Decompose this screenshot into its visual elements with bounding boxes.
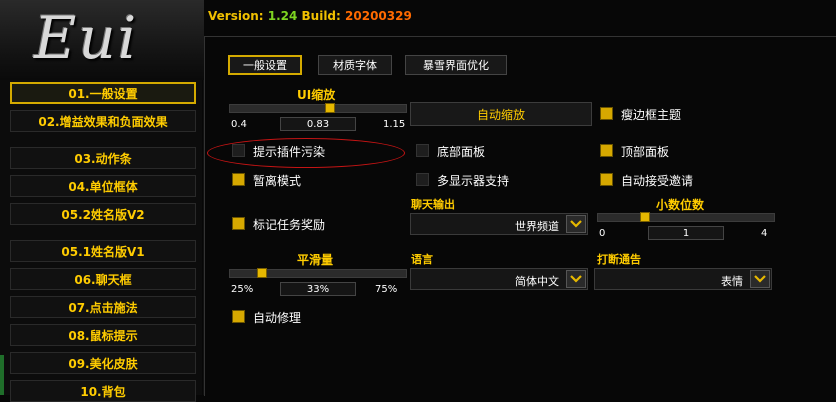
decimals-slider[interactable] bbox=[597, 212, 775, 222]
thin-border-checkbox[interactable] bbox=[600, 107, 613, 120]
tab-textures-fonts[interactable]: 材质字体 bbox=[318, 55, 392, 75]
quest-reward-checkbox[interactable] bbox=[232, 217, 245, 230]
sidebar-item-actionbars[interactable]: 03.动作条 bbox=[10, 147, 196, 169]
sidebar: 01.一般设置 02.增益效果和负面效果 03.动作条 04.单位框体 05.2… bbox=[0, 80, 202, 402]
decimals-min: 0 bbox=[599, 228, 606, 239]
top-panel-checkbox[interactable] bbox=[600, 144, 613, 157]
tab-general[interactable]: 一般设置 bbox=[228, 55, 302, 75]
multi-monitor-checkbox[interactable] bbox=[416, 173, 429, 186]
interrupt-label: 打断通告 bbox=[597, 253, 641, 266]
smoothing-max: 75% bbox=[375, 284, 398, 295]
decimals-value[interactable]: 1 bbox=[648, 226, 724, 240]
interrupt-value: 表情 bbox=[721, 275, 743, 288]
ui-scale-label: UI缩放 bbox=[297, 88, 336, 102]
quest-reward-label: 标记任务奖励 bbox=[253, 218, 326, 232]
decimals-max: 4 bbox=[761, 228, 768, 239]
bottom-panel-checkbox[interactable] bbox=[416, 144, 429, 157]
eui-logo: Eui bbox=[34, 4, 139, 72]
decimals-slider-thumb[interactable] bbox=[640, 212, 650, 222]
top-panel-label: 顶部面板 bbox=[621, 145, 670, 159]
ui-scale-value[interactable]: 0.83 bbox=[280, 117, 356, 131]
smoothing-value[interactable]: 33% bbox=[280, 282, 356, 296]
smoothing-slider-thumb[interactable] bbox=[257, 268, 267, 278]
build-prefix: Build: bbox=[301, 9, 341, 23]
sidebar-item-bags[interactable]: 10.背包 bbox=[10, 380, 196, 402]
ui-scale-slider-thumb[interactable] bbox=[325, 103, 335, 113]
ui-scale-slider[interactable] bbox=[229, 103, 407, 113]
background-edge bbox=[0, 355, 4, 395]
sidebar-item-tooltip[interactable]: 08.鼠标提示 bbox=[10, 324, 196, 346]
chevron-down-icon[interactable] bbox=[750, 270, 770, 288]
version-prefix: Version: bbox=[208, 9, 264, 23]
ui-scale-min: 0.4 bbox=[231, 119, 247, 130]
sidebar-item-skins[interactable]: 09.美化皮肤 bbox=[10, 352, 196, 374]
smoothing-slider[interactable] bbox=[229, 268, 407, 278]
thin-border-label: 瘦边框主题 bbox=[621, 108, 682, 122]
chevron-down-icon[interactable] bbox=[566, 215, 586, 233]
language-dropdown[interactable]: 简体中文 bbox=[410, 268, 588, 290]
sidebar-item-clickcast[interactable]: 07.点击施法 bbox=[10, 296, 196, 318]
multi-monitor-label: 多显示器支持 bbox=[437, 174, 510, 188]
sidebar-item-nameplates-v2[interactable]: 05.2姓名版V2 bbox=[10, 203, 196, 225]
highlight-circle bbox=[207, 138, 405, 168]
bottom-panel-label: 底部面板 bbox=[437, 145, 486, 159]
version-number: 1.24 bbox=[267, 9, 298, 23]
decimals-label: 小数位数 bbox=[656, 198, 705, 212]
smoothing-min: 25% bbox=[231, 284, 254, 295]
language-value: 简体中文 bbox=[515, 275, 559, 288]
afk-mode-checkbox[interactable] bbox=[232, 173, 245, 186]
chat-output-value: 世界频道 bbox=[515, 220, 559, 233]
chat-output-dropdown[interactable]: 世界频道 bbox=[410, 213, 588, 235]
sidebar-item-general[interactable]: 01.一般设置 bbox=[10, 82, 196, 104]
tab-blizzard-ui[interactable]: 暴雪界面优化 bbox=[405, 55, 507, 75]
auto-accept-label: 自动接受邀请 bbox=[621, 174, 694, 188]
version-info: Version: 1.24 Build: 20200329 bbox=[208, 9, 412, 23]
sidebar-item-nameplates-v1[interactable]: 05.1姓名版V1 bbox=[10, 240, 196, 262]
auto-scale-button[interactable]: 自动缩放 bbox=[410, 102, 592, 126]
auto-repair-label: 自动修理 bbox=[253, 311, 302, 325]
smoothing-label: 平滑量 bbox=[297, 253, 334, 267]
sidebar-item-auras[interactable]: 02.增益效果和负面效果 bbox=[10, 110, 196, 132]
chat-output-label: 聊天输出 bbox=[411, 198, 455, 211]
afk-mode-label: 暂离模式 bbox=[253, 174, 302, 188]
interrupt-dropdown[interactable]: 表情 bbox=[594, 268, 772, 290]
sidebar-item-chat[interactable]: 06.聊天框 bbox=[10, 268, 196, 290]
auto-repair-checkbox[interactable] bbox=[232, 310, 245, 323]
chevron-down-icon[interactable] bbox=[566, 270, 586, 288]
auto-accept-checkbox[interactable] bbox=[600, 173, 613, 186]
build-number: 20200329 bbox=[345, 9, 412, 23]
ui-scale-max: 1.15 bbox=[383, 119, 406, 130]
language-label: 语言 bbox=[411, 253, 433, 266]
sidebar-item-unitframes[interactable]: 04.单位框体 bbox=[10, 175, 196, 197]
